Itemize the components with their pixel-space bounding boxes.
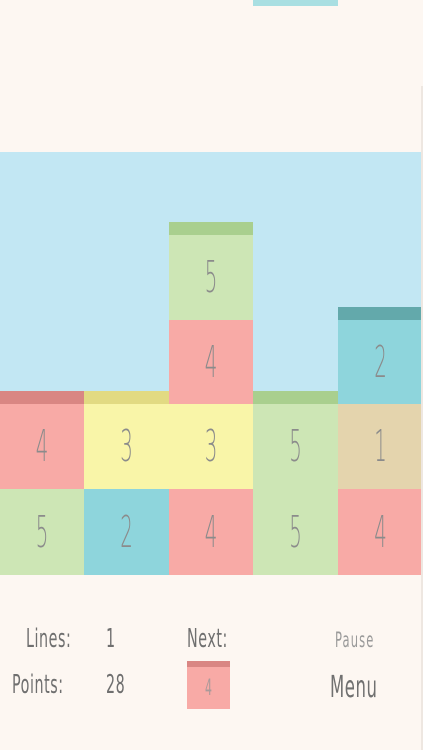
block-number: 1: [374, 421, 387, 472]
block-number: 5: [204, 252, 218, 303]
block-tile[interactable]: 4: [0, 391, 84, 489]
block-cap: [84, 391, 169, 404]
block-cap: [0, 391, 84, 404]
lines-value: 1: [106, 624, 116, 654]
block-tile[interactable]: 1: [338, 404, 423, 489]
next-piece-value: 4: [205, 675, 212, 701]
block-tile[interactable]: 4: [169, 489, 253, 575]
block-tile[interactable]: 5: [169, 222, 253, 320]
block-tile[interactable]: 3: [84, 391, 169, 489]
next-label: Next:: [187, 624, 228, 654]
block-number: 4: [35, 421, 49, 472]
block-cap: [338, 307, 423, 320]
block-number: 3: [120, 421, 133, 472]
block-tile[interactable]: 4: [169, 320, 253, 404]
block-tile[interactable]: 5: [253, 391, 338, 489]
block-tile[interactable]: 5: [0, 489, 84, 575]
block-tile[interactable]: 2: [338, 307, 423, 404]
game-board[interactable]: 5 4 2 4 3 3 5 1 5 2 4 5 4: [0, 0, 423, 575]
block-number: 4: [204, 506, 218, 558]
block-cap: [253, 391, 338, 404]
block-number: 5: [289, 421, 302, 472]
block-cap: [169, 222, 253, 235]
block-number: 4: [204, 336, 218, 388]
block-number: 3: [204, 421, 218, 472]
block-tile[interactable]: 2: [84, 489, 169, 575]
points-label: Points:: [12, 670, 64, 700]
block-number: 2: [120, 506, 133, 558]
block-number: 4: [374, 506, 387, 558]
block-number: 5: [289, 506, 302, 558]
next-piece-preview: 4: [187, 661, 230, 709]
block-number: 5: [35, 506, 49, 558]
points-value: 28: [106, 670, 126, 700]
block-tile[interactable]: 5: [253, 489, 338, 575]
block-tile[interactable]: 4: [338, 489, 423, 575]
pause-button[interactable]: Pause: [335, 628, 374, 652]
block-number: 2: [374, 336, 387, 388]
lines-label: Lines:: [26, 624, 72, 654]
menu-button[interactable]: Menu: [330, 670, 378, 705]
block-tile[interactable]: 3: [169, 404, 253, 489]
